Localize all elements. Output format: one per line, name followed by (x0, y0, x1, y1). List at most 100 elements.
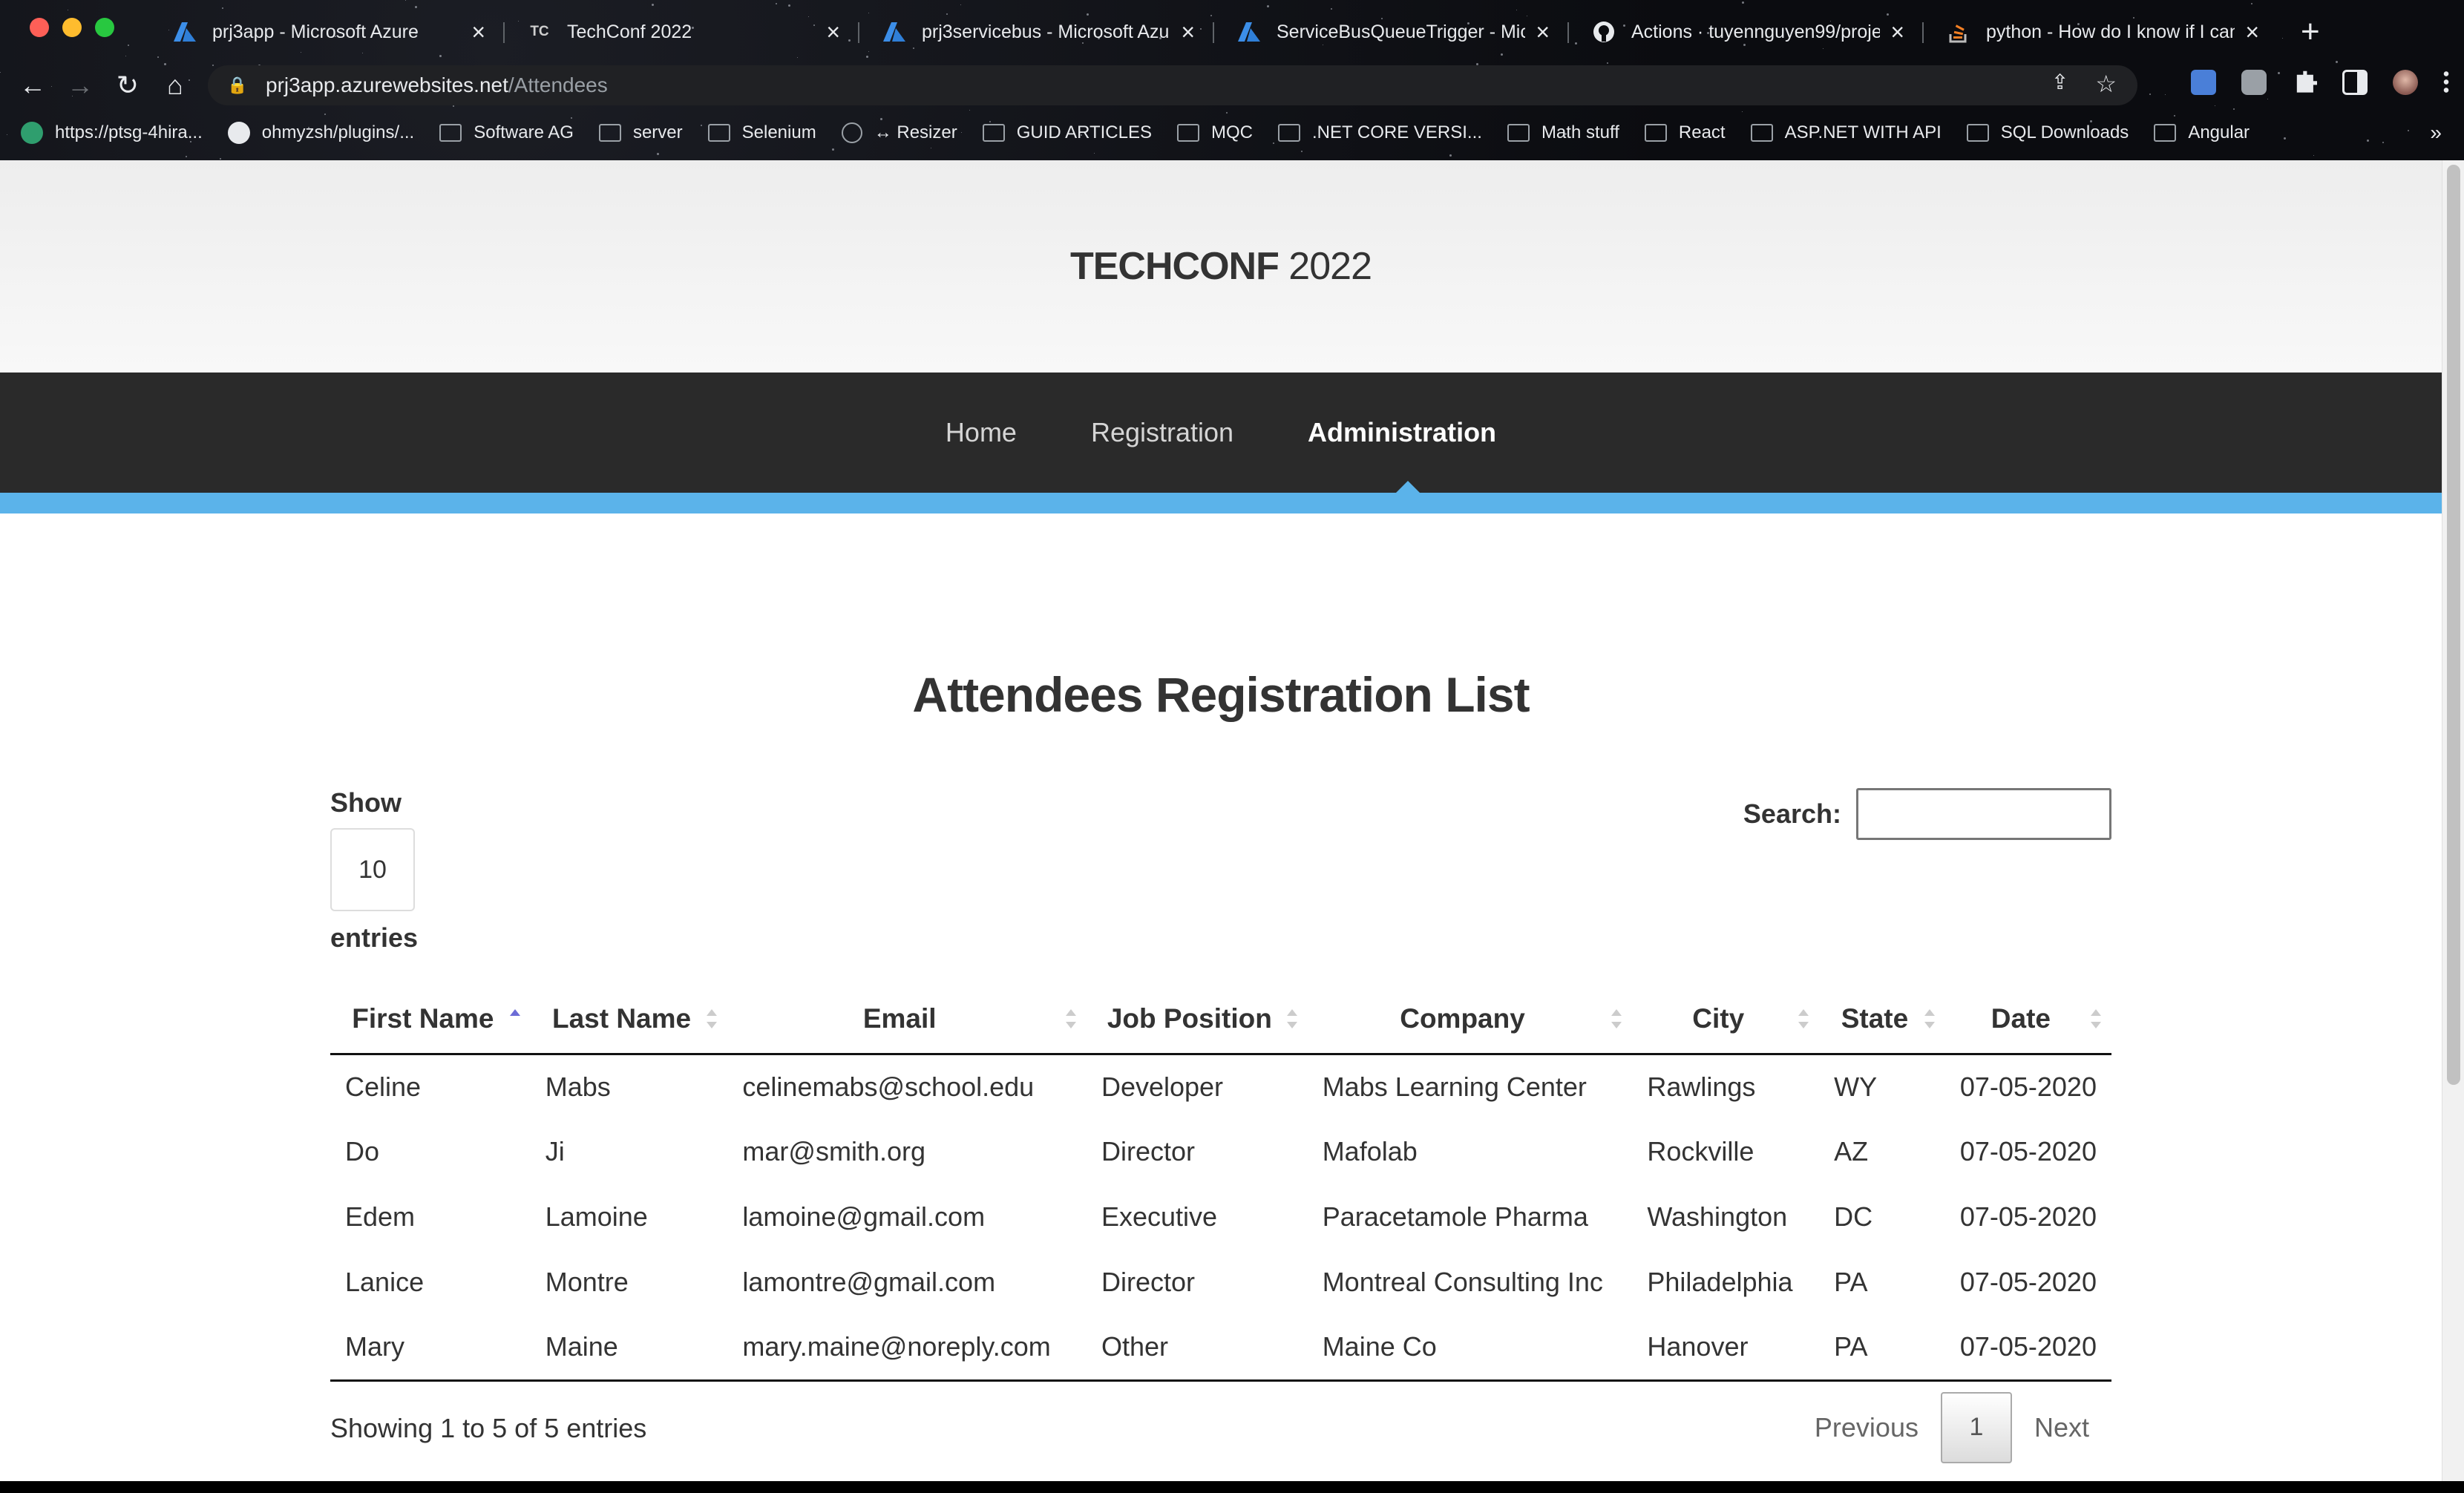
brand-name: TECHCONF (1069, 245, 1279, 288)
column-header[interactable]: Date (1944, 985, 2111, 1055)
page-scrollbar[interactable] (2442, 160, 2464, 1481)
bookmark-item[interactable]: Math stuff (1507, 122, 1619, 143)
table-cell: Do (345, 1136, 380, 1166)
bookmark-label: ohmyzsh/plugins/... (261, 122, 415, 142)
bookmark-star-icon[interactable]: ☆ (2095, 70, 2117, 98)
close-tab-icon[interactable]: × (1890, 20, 1904, 44)
bookmark-item[interactable]: .NET CORE VERSI... (1278, 122, 1482, 143)
column-header-label: State (1841, 1003, 1909, 1034)
table-cell: Director (1101, 1267, 1195, 1297)
entries-length-suffix: entries (330, 922, 419, 953)
nav-home[interactable]: Home (946, 417, 1017, 448)
bookmark-label: https://ptsg-4hira... (55, 122, 203, 142)
browser-tab[interactable]: prj3app - Microsoft Azure × (148, 6, 503, 58)
table-row[interactable]: Celine Mabs celinemabs@school.edu Developer… (330, 1054, 2111, 1119)
table-row[interactable]: Edem Lamoine lamoine@gmail.com Executive Par… (330, 1184, 2111, 1250)
bookmark-item[interactable]: Angular (2154, 122, 2250, 143)
table-cell: Montre (545, 1267, 629, 1297)
maximize-window-button[interactable] (95, 18, 114, 37)
table-row[interactable]: Do Ji mar@smith.org Director Mafolab Rockvill… (330, 1119, 2111, 1184)
folder-icon (1644, 124, 1667, 142)
entries-length-select[interactable]: 10 (330, 828, 415, 911)
column-header[interactable]: Company (1307, 985, 1633, 1055)
sort-both-icon (1286, 1009, 1297, 1028)
close-window-button[interactable] (30, 18, 49, 37)
browser-tab[interactable]: prj3servicebus - Microsoft Azure × (858, 6, 1213, 58)
column-header-label: Last Name (551, 1003, 692, 1034)
table-cell: PA (1834, 1267, 1868, 1297)
browser-tab[interactable]: ServiceBusQueueTrigger - Micr × (1213, 6, 1567, 58)
star-dot (128, 45, 129, 46)
table-body: Celine Mabs celinemabs@school.edu Developer… (330, 1054, 2111, 1382)
more-bookmarks-icon[interactable]: » (2430, 121, 2442, 145)
bookmark-item[interactable]: SQL Downloads (1966, 122, 2129, 143)
column-header[interactable]: Job Position (1086, 985, 1308, 1055)
column-header[interactable]: Email (727, 985, 1087, 1055)
address-bar[interactable]: 🔒 prj3app.azurewebsites.net/Attendees ⇪ … (208, 65, 2137, 105)
tab-strip: prj3app - Microsoft Azure × TC TechConf … (148, 6, 2464, 58)
next-page-button[interactable]: Next (2012, 1392, 2111, 1463)
tab-title: TechConf 2022 (567, 21, 692, 42)
reload-icon[interactable]: ↻ (104, 70, 151, 101)
url-host: prj3app.azurewebsites.net (266, 73, 508, 96)
column-header[interactable]: State (1819, 985, 1945, 1055)
browser-tab[interactable]: python - How do I know if I can × (1922, 6, 2277, 58)
bookmark-item[interactable]: server (598, 122, 683, 143)
table-cell: Celine (345, 1071, 422, 1102)
site-brand[interactable]: TECHCONF 2022 (1070, 244, 1372, 289)
camera-extension-icon[interactable] (2241, 70, 2267, 95)
translate-extension-icon[interactable] (2191, 70, 2216, 95)
bookmark-label: React (1678, 122, 1726, 142)
bookmark-item[interactable]: Software AG (439, 122, 574, 143)
home-icon[interactable]: ⌂ (151, 70, 199, 101)
close-tab-icon[interactable]: × (471, 20, 485, 44)
table-cell: Developer (1101, 1071, 1224, 1102)
previous-page-button[interactable]: Previous (1792, 1392, 1941, 1463)
table-row[interactable]: Lanice Montre lamontre@gmail.com Director Mo… (330, 1250, 2111, 1315)
column-header[interactable]: Last Name (530, 985, 728, 1055)
table-cell: Mabs Learning Center (1322, 1071, 1587, 1102)
table-cell: Washington (1647, 1201, 1788, 1232)
nav-registration[interactable]: Registration (1091, 417, 1233, 448)
close-tab-icon[interactable]: × (1536, 20, 1550, 44)
close-tab-icon[interactable]: × (826, 20, 840, 44)
bookmark-label: ↔ Resizer (874, 122, 957, 142)
nav-administration[interactable]: Administration (1308, 417, 1496, 448)
bookmark-item[interactable]: ASP.NET WITH API (1750, 122, 1942, 143)
bookmark-item[interactable]: Selenium (707, 122, 816, 143)
bookmark-item[interactable]: ↔ Resizer (841, 122, 957, 143)
side-panel-icon[interactable] (2342, 70, 2368, 95)
table-cell: lamoine@gmail.com (742, 1201, 986, 1232)
profile-avatar[interactable] (2393, 70, 2418, 95)
bookmark-item[interactable]: GUID ARTICLES (982, 122, 1152, 143)
browser-tab[interactable]: Actions · tuyennguyen99/proje × (1567, 6, 1922, 58)
scrollbar-thumb[interactable] (2447, 165, 2460, 1085)
table-cell: Other (1086, 1315, 1308, 1382)
table-cell: 07-05-2020 (1944, 1315, 2111, 1382)
tc-icon: TC (530, 24, 549, 39)
minimize-window-button[interactable] (62, 18, 82, 37)
forward-arrow-icon[interactable]: → (56, 70, 104, 101)
browser-tab-active[interactable]: TC TechConf 2022 × (503, 6, 858, 58)
bookmark-item[interactable]: React (1644, 122, 1726, 143)
bookmark-item[interactable]: https://ptsg-4hira... (21, 122, 203, 144)
tab-title: prj3servicebus - Microsoft Azure (922, 21, 1171, 42)
close-tab-icon[interactable]: × (1181, 20, 1195, 44)
search-input[interactable] (1856, 788, 2111, 840)
pagination: Previous 1 Next (1792, 1391, 2111, 1463)
share-icon[interactable]: ⇪ (2051, 70, 2068, 98)
current-page-button[interactable]: 1 (1940, 1391, 2012, 1463)
column-header[interactable]: First Name (330, 985, 531, 1055)
close-tab-icon[interactable]: × (2245, 20, 2259, 44)
new-tab-button[interactable]: + (2277, 6, 2320, 58)
table-cell: Director (1101, 1136, 1195, 1166)
puzzle-extensions-icon[interactable] (2296, 70, 2317, 93)
star-dot (1094, 153, 1095, 154)
bookmark-item[interactable]: MQC (1177, 122, 1253, 143)
browser-menu-icon[interactable] (2443, 70, 2449, 95)
bookmark-item[interactable]: ohmyzsh/plugins/... (227, 122, 415, 144)
star-dot (2313, 155, 2314, 156)
back-arrow-icon[interactable]: ← (9, 70, 56, 101)
table-row[interactable]: Mary Maine mary.maine@noreply.com Other Main… (330, 1315, 2111, 1382)
column-header[interactable]: City (1632, 985, 1820, 1055)
